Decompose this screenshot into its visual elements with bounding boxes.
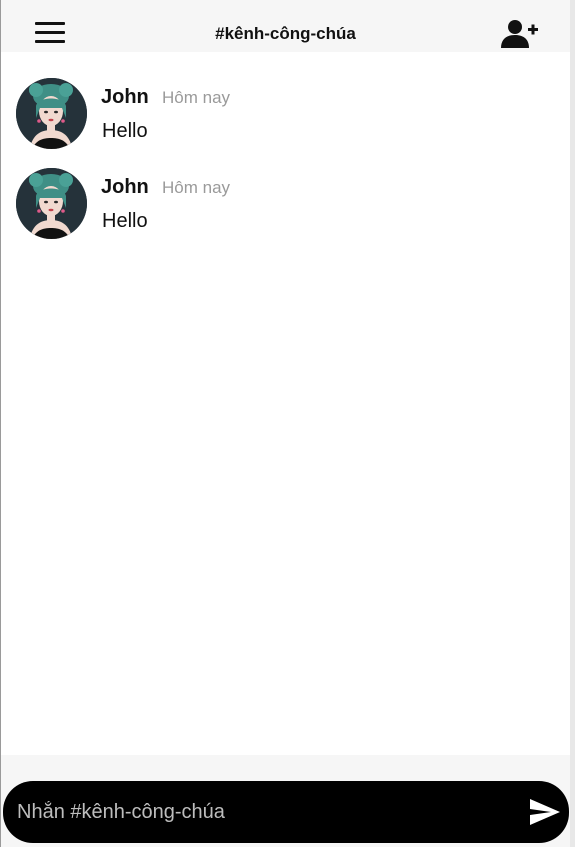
- message-timestamp: Hôm nay: [162, 178, 231, 197]
- avatar[interactable]: [16, 78, 87, 149]
- message-text: Hello: [102, 210, 148, 232]
- message-timestamp: Hôm nay: [162, 88, 231, 107]
- chat-app: #kênh-công-chúa John Hôm nay Hello John …: [0, 0, 570, 847]
- message-item: John Hôm nay Hello: [1, 168, 570, 248]
- add-user-icon[interactable]: [501, 18, 539, 50]
- channel-title: #kênh-công-chúa: [215, 24, 356, 43]
- avatar[interactable]: [16, 168, 87, 239]
- send-icon[interactable]: [529, 798, 561, 826]
- message-author[interactable]: John: [101, 86, 149, 109]
- message-text: Hello: [102, 120, 148, 142]
- message-composer: [3, 781, 569, 843]
- message-list: John Hôm nay Hello John Hôm nay Hello: [1, 52, 570, 755]
- message-input[interactable]: [17, 795, 517, 829]
- channel-header: #kênh-công-chúa: [1, 0, 570, 52]
- message-author[interactable]: John: [101, 176, 149, 199]
- message-item: John Hôm nay Hello: [1, 78, 570, 158]
